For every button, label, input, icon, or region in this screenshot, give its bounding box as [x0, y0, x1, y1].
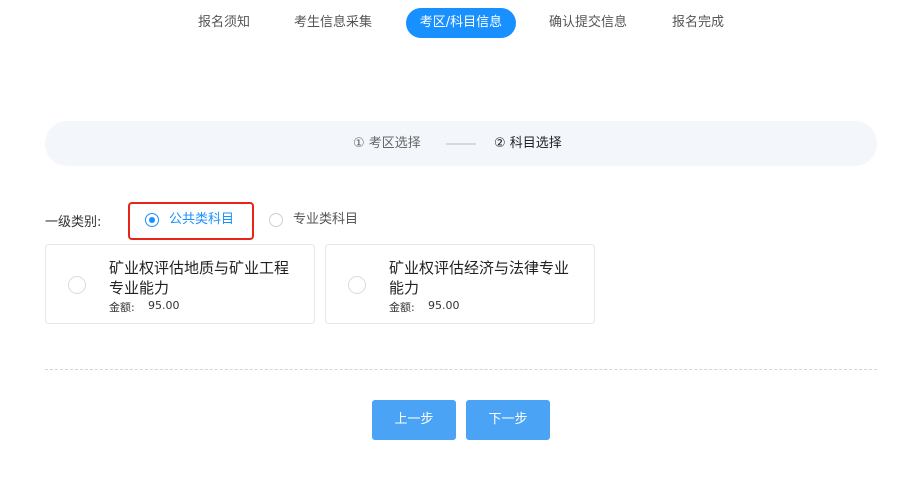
- fee-label: 金额:: [389, 301, 415, 314]
- category-label: 一级类别:: [45, 215, 102, 230]
- section-divider: [45, 369, 877, 370]
- step-tab-confirm[interactable]: 确认提交信息: [538, 8, 638, 38]
- radio-unchecked-icon[interactable]: [348, 276, 366, 294]
- sub-steps-bar: ① 考区选择 ② 科目选择: [45, 121, 877, 166]
- next-step-button[interactable]: 下一步: [466, 400, 550, 440]
- category-option-public[interactable]: 公共类科目: [145, 210, 245, 230]
- registration-steps-nav: 报名须知 考生信息采集 考区/科目信息 确认提交信息 报名完成: [0, 8, 903, 38]
- subject-card[interactable]: 矿业权评估地质与矿业工程专业能力 金额: 95.00: [45, 244, 315, 324]
- radio-checked-icon[interactable]: [145, 213, 159, 227]
- fee-label: 金额:: [109, 301, 135, 314]
- radio-unchecked-icon[interactable]: [269, 213, 283, 227]
- step-tab-region-subject[interactable]: 考区/科目信息: [406, 8, 516, 38]
- radio-unchecked-icon[interactable]: [68, 276, 86, 294]
- category-option-label: 专业类科目: [293, 212, 359, 227]
- step-tab-candidate-info[interactable]: 考生信息采集: [283, 8, 383, 38]
- step-tab-notice[interactable]: 报名须知: [188, 8, 260, 38]
- sub-step-region[interactable]: ① 考区选择: [353, 121, 421, 166]
- sub-step-subject[interactable]: ② 科目选择: [494, 121, 562, 166]
- sub-step-divider: [446, 143, 476, 145]
- prev-step-button[interactable]: 上一步: [372, 400, 456, 440]
- category-option-label: 公共类科目: [169, 212, 235, 227]
- fee-value: 95.00: [148, 299, 180, 312]
- subject-name: 矿业权评估地质与矿业工程专业能力: [109, 259, 290, 297]
- category-option-professional[interactable]: 专业类科目: [269, 210, 369, 230]
- step-tab-complete[interactable]: 报名完成: [662, 8, 734, 38]
- fee-value: 95.00: [428, 299, 460, 312]
- subject-card[interactable]: 矿业权评估经济与法律专业能力 金额: 95.00: [325, 244, 595, 324]
- subject-name: 矿业权评估经济与法律专业能力: [389, 259, 570, 297]
